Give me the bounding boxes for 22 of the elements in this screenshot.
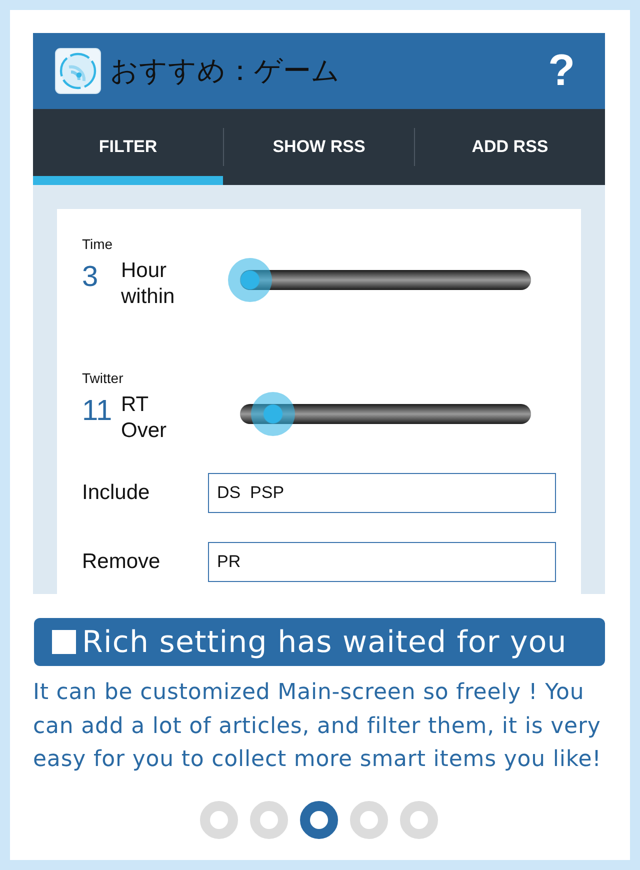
slider-value: 3 — [82, 260, 100, 294]
input-field[interactable]: PR — [208, 542, 556, 582]
slider-thumb[interactable] — [228, 258, 272, 302]
description-text: It can be customized Main-screen so freely ! You can add a lot of articles, and filter them, it is very easy for you to collect more smart items you like! — [33, 679, 602, 774]
slider-value: 11 — [82, 394, 114, 428]
tab[interactable]: ADD RSS — [415, 109, 605, 185]
slider-unit: Hour within — [121, 258, 176, 310]
slider-unit: RT Over — [121, 392, 168, 444]
input-field[interactable]: DS PSP — [208, 473, 556, 513]
banner-title: Rich setting has waited for you — [82, 624, 567, 660]
help-button[interactable]: ? — [546, 49, 577, 93]
square-icon — [52, 630, 76, 654]
rss-icon — [55, 48, 101, 94]
slider-caption: Twitter — [82, 370, 124, 386]
slider-caption: Time — [82, 236, 114, 252]
tab[interactable]: SHOW RSS — [224, 109, 414, 185]
page-dot[interactable] — [300, 800, 338, 838]
field-label: Remove — [82, 550, 162, 574]
field-label: Include — [82, 481, 151, 505]
slider-thumb[interactable] — [251, 392, 296, 436]
app-title: おすすめ：ゲーム — [110, 53, 341, 89]
tab[interactable]: FILTER — [33, 109, 223, 185]
